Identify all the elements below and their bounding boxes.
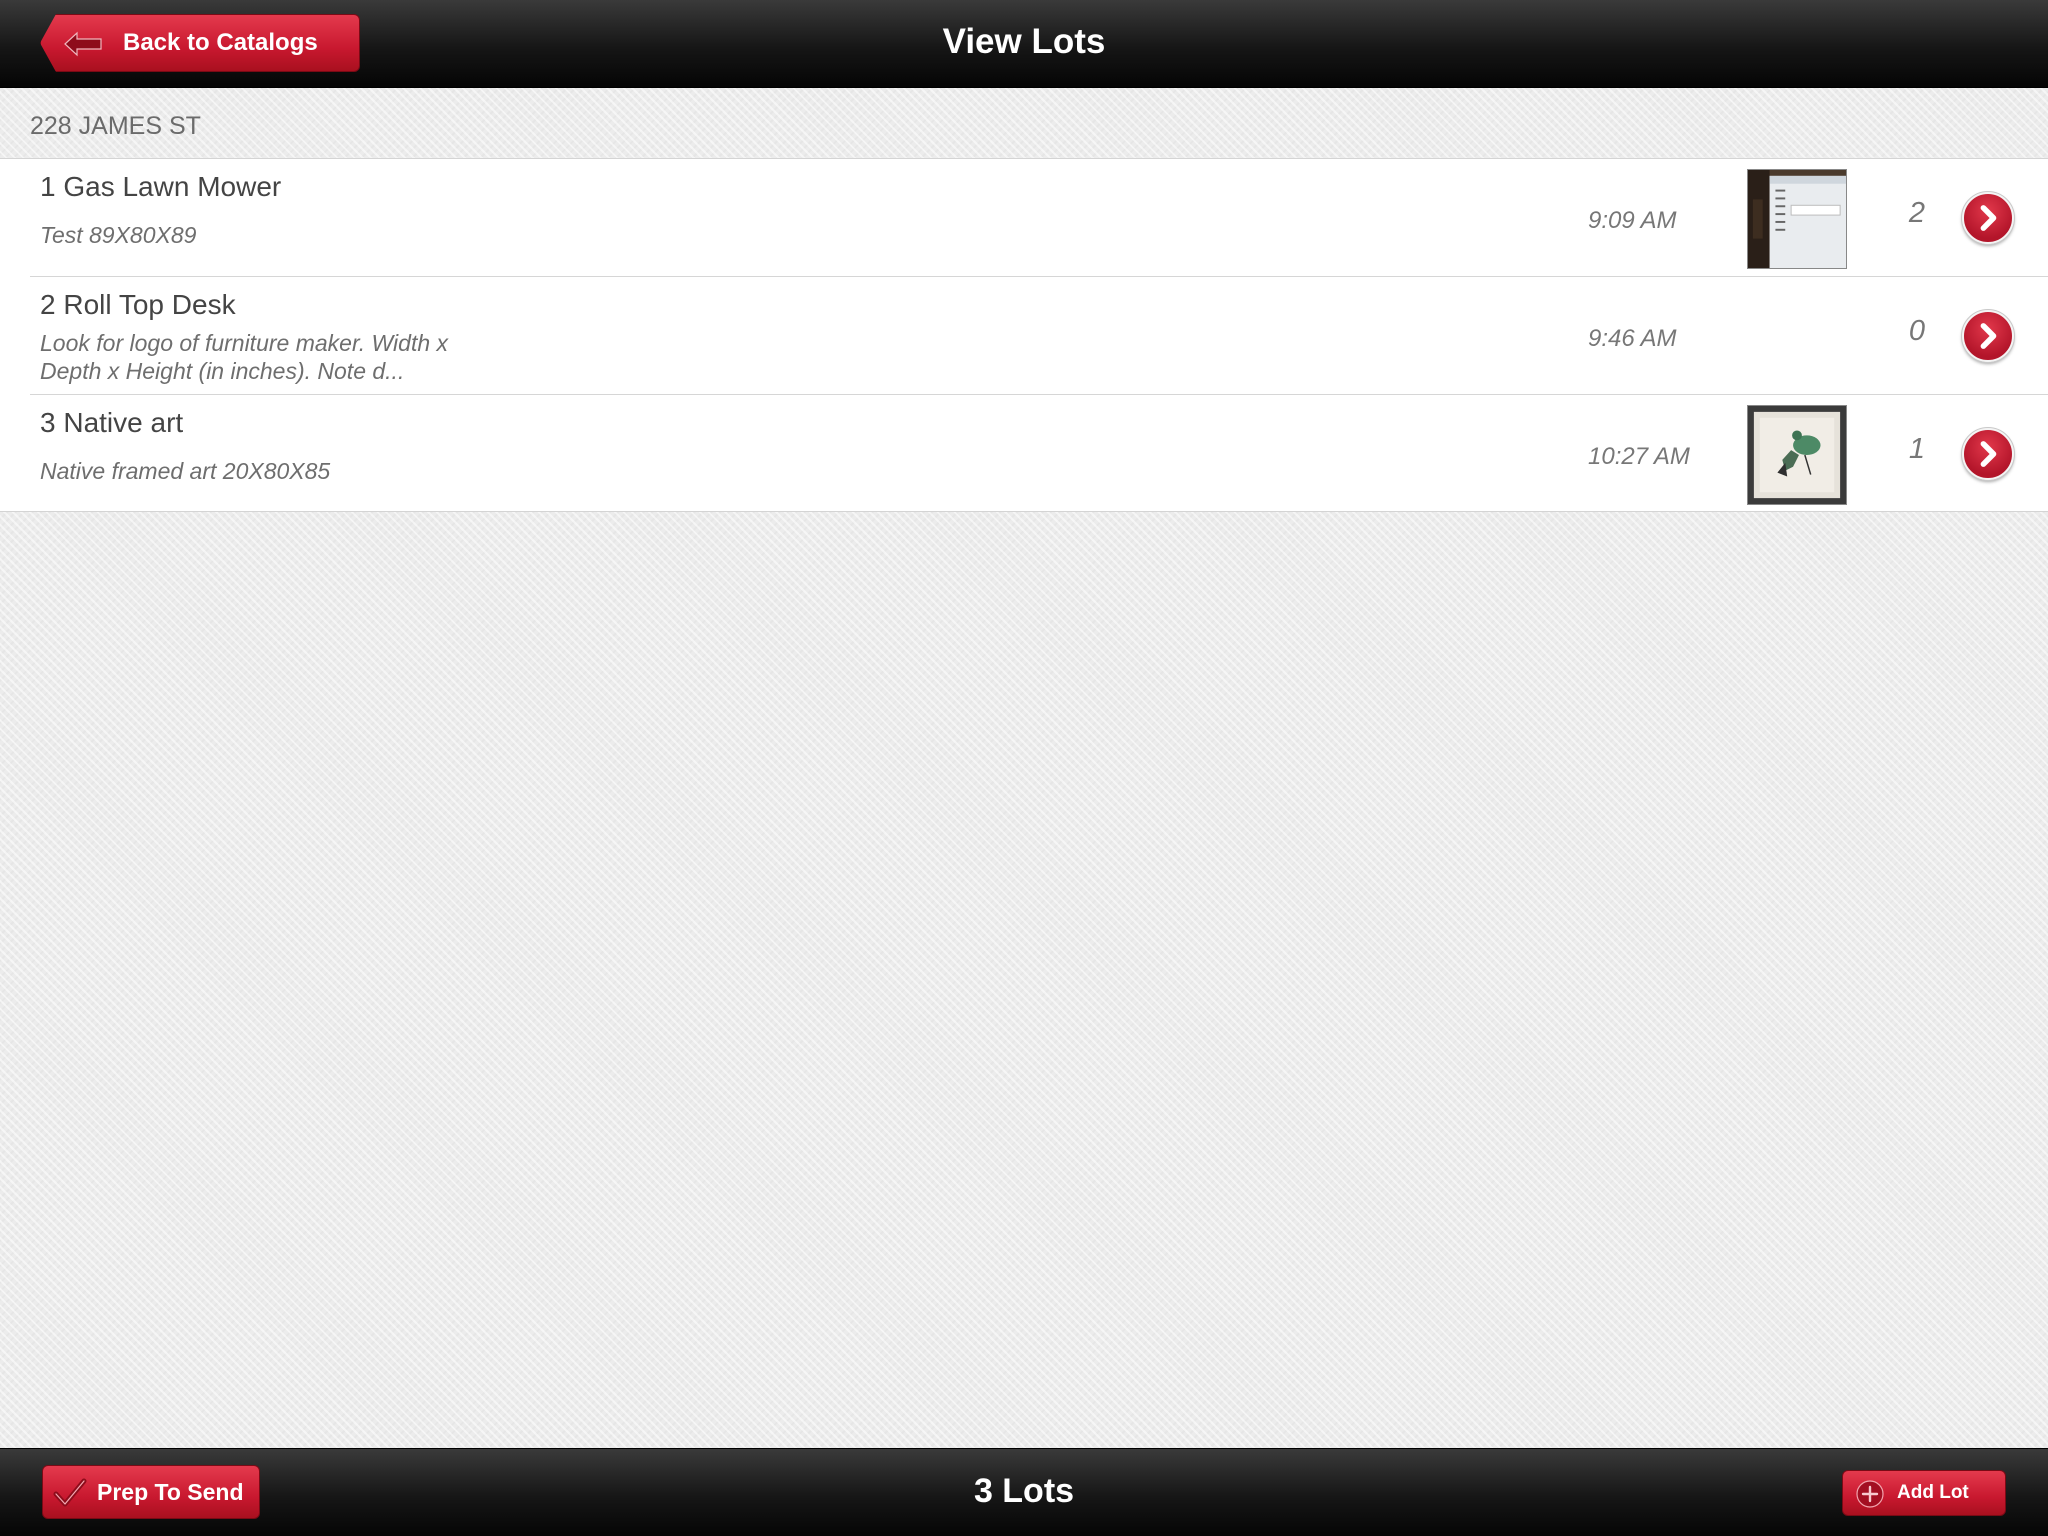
lot-title: 1 Gas Lawn Mower — [40, 171, 282, 202]
lot-title: 2 Roll Top Desk — [40, 289, 236, 320]
arrow-left-icon — [64, 31, 102, 57]
add-lot-button[interactable]: Add Lot — [1842, 1470, 2006, 1516]
lot-time: 9:46 AM — [1588, 325, 1677, 352]
section-header: 228 JAMES ST — [30, 112, 201, 140]
checkmark-icon — [53, 1478, 87, 1507]
lot-detail-button[interactable] — [1961, 191, 2015, 245]
lot-count: 3 Lots — [973, 1472, 1075, 1510]
lot-thumbnail[interactable] — [1747, 169, 1847, 269]
plus-circle-icon — [1856, 1480, 1884, 1508]
lot-description: Look for logo of furniture maker. Width … — [40, 330, 449, 384]
list-item[interactable]: 1 Gas Lawn Mower Test 89X80X89 9:09 AM 2 — [0, 159, 2048, 277]
chevron-right-icon — [1980, 323, 1997, 349]
lot-time: 9:09 AM — [1588, 207, 1677, 234]
lot-detail-button[interactable] — [1961, 427, 2015, 481]
chevron-right-icon — [1980, 441, 1997, 467]
back-to-catalogs-button[interactable]: Back to Catalogs — [40, 14, 360, 72]
lot-description: Test 89X80X89 — [40, 222, 197, 248]
photo-count: 2 — [1908, 197, 1926, 229]
lot-title: 3 Native art — [40, 407, 184, 438]
prep-button-label: Prep To Send — [97, 1478, 244, 1505]
chevron-right-icon — [1980, 205, 1997, 231]
photo-count: 0 — [1908, 315, 1926, 347]
list-item[interactable]: 3 Native art Native framed art 20X80X85 … — [0, 395, 2048, 513]
lot-detail-button[interactable] — [1961, 309, 2015, 363]
prep-to-send-button[interactable]: Prep To Send — [42, 1465, 260, 1519]
photo-count: 1 — [1908, 433, 1926, 465]
lot-description: Native framed art 20X80X85 — [40, 458, 331, 484]
list-item[interactable]: 2 Roll Top Desk Look for logo of furnitu… — [0, 277, 2048, 395]
add-lot-label: Add Lot — [1897, 1482, 1969, 1503]
lots-list: 1 Gas Lawn Mower Test 89X80X89 9:09 AM 2 — [0, 158, 2048, 512]
lot-time: 10:27 AM — [1588, 443, 1690, 470]
back-button-label: Back to Catalogs — [123, 29, 318, 56]
lot-thumbnail[interactable] — [1747, 405, 1847, 505]
